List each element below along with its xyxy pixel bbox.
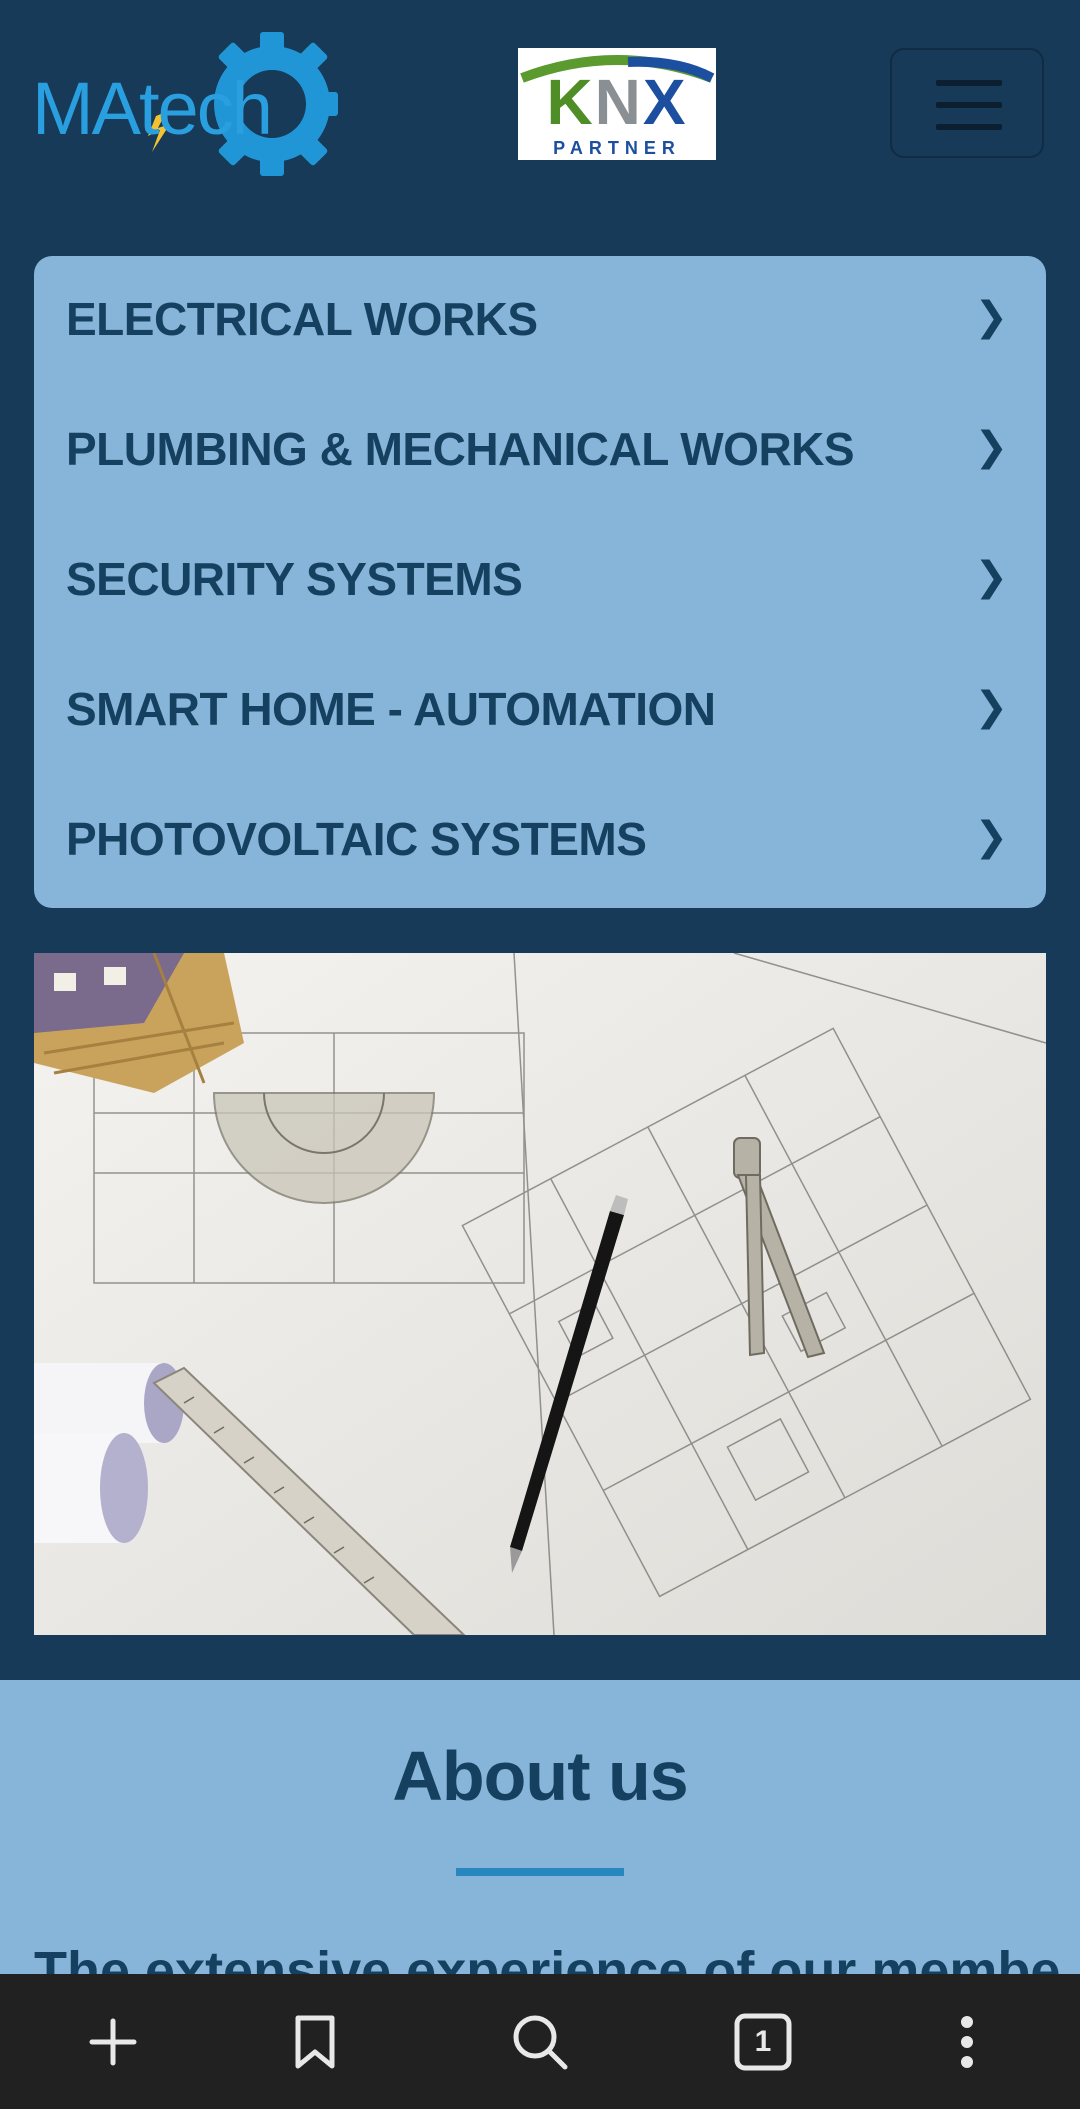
menu-toggle-button[interactable] (890, 48, 1044, 158)
hamburger-icon (936, 124, 1002, 130)
chevron-right-icon: ❯ (974, 425, 1008, 469)
hamburger-icon (936, 80, 1002, 86)
service-item-smart-home[interactable]: SMART HOME - AUTOMATION ❯ (34, 646, 1046, 776)
knx-word: KNX (546, 66, 688, 138)
site-header: MAtech KNX PARTNER (0, 0, 1080, 210)
search-button[interactable] (440, 1974, 640, 2109)
service-label: ELECTRICAL WORKS (66, 293, 538, 345)
more-vertical-icon (961, 2015, 973, 2068)
blueprint-photo (34, 953, 1046, 1635)
bookmark-icon (295, 2015, 335, 2068)
matech-logo[interactable]: MAtech (32, 32, 347, 177)
about-title: About us (392, 1737, 688, 1815)
service-label: PLUMBING & MECHANICAL WORKS (66, 423, 855, 475)
logo-text: MAtech (32, 67, 273, 150)
service-item-photovoltaic[interactable]: PHOTOVOLTAIC SYSTEMS ❯ (34, 776, 1046, 906)
chevron-right-icon: ❯ (974, 815, 1008, 859)
knx-partner-logo: KNX PARTNER (518, 48, 716, 160)
chevron-right-icon: ❯ (974, 295, 1008, 339)
title-underline (456, 1868, 624, 1876)
tab-count: 1 (754, 2024, 772, 2058)
search-icon (513, 2015, 568, 2069)
chevron-right-icon: ❯ (974, 555, 1008, 599)
blueprint-illustration (34, 953, 1046, 1635)
browser-bottom-bar: 1 (0, 1974, 1080, 2109)
chevron-right-icon: ❯ (974, 685, 1008, 729)
service-label: PHOTOVOLTAIC SYSTEMS (66, 813, 647, 865)
bookmark-button[interactable] (215, 1974, 415, 2109)
service-item-electrical-works[interactable]: ELECTRICAL WORKS ❯ (34, 256, 1046, 386)
new-tab-button[interactable] (13, 1974, 213, 2109)
service-label: SECURITY SYSTEMS (66, 553, 523, 605)
service-label: SMART HOME - AUTOMATION (66, 683, 716, 735)
service-item-security-systems[interactable]: SECURITY SYSTEMS ❯ (34, 516, 1046, 646)
plus-icon (89, 2018, 137, 2065)
services-menu: ELECTRICAL WORKS ❯ PLUMBING & MECHANICAL… (34, 256, 1046, 908)
knx-partner-text: PARTNER (553, 138, 681, 158)
tabs-button[interactable]: 1 (663, 1974, 863, 2109)
hamburger-icon (936, 102, 1002, 108)
more-menu-button[interactable] (867, 1974, 1067, 2109)
service-item-plumbing-mechanical[interactable]: PLUMBING & MECHANICAL WORKS ❯ (34, 386, 1046, 516)
